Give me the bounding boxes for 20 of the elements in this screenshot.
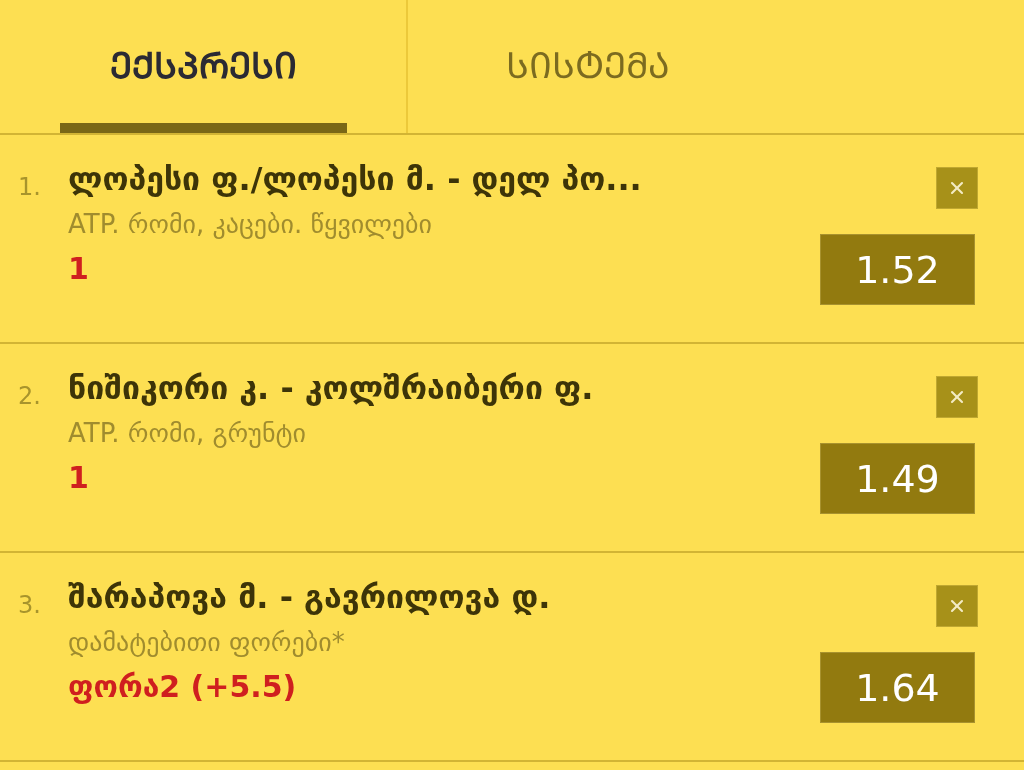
match-title: ლოპესი ფ./ლოპესი მ. - დელ პო... (68, 159, 642, 200)
bet-number: 1. (18, 172, 42, 203)
league-name: ATP. რომი, კაცები. წყვილები (68, 207, 432, 241)
league-name: დამატებითი ფორები* (68, 625, 345, 659)
tab[interactable]: ᲡᲘᲡᲢᲔᲛᲐ (506, 2, 793, 133)
bet-number: 3. (18, 590, 42, 621)
match-title: ნიშიკორი კ. - კოლშრაიბერი ფ. (68, 368, 594, 409)
odds-button[interactable]: 1.52 (820, 234, 975, 305)
close-button[interactable] (936, 376, 978, 418)
bet-pick: 1 (68, 250, 89, 289)
bet-number: 2. (18, 381, 42, 412)
close-button[interactable] (936, 585, 978, 627)
tab[interactable]: ᲔᲥᲡᲞᲠᲔᲡᲘ (60, 2, 347, 133)
odds-button[interactable]: 1.49 (820, 443, 975, 514)
match-title: შარაპოვა მ. - გავრილოვა დ. (68, 577, 551, 618)
close-button[interactable] (936, 167, 978, 209)
league-name: ATP. რომი, გრუნტი (68, 416, 306, 450)
odds-button[interactable]: 1.64 (820, 652, 975, 723)
bet-pick: ფორა2 (+5.5) (68, 668, 297, 707)
bet-pick: 1 (68, 459, 89, 498)
